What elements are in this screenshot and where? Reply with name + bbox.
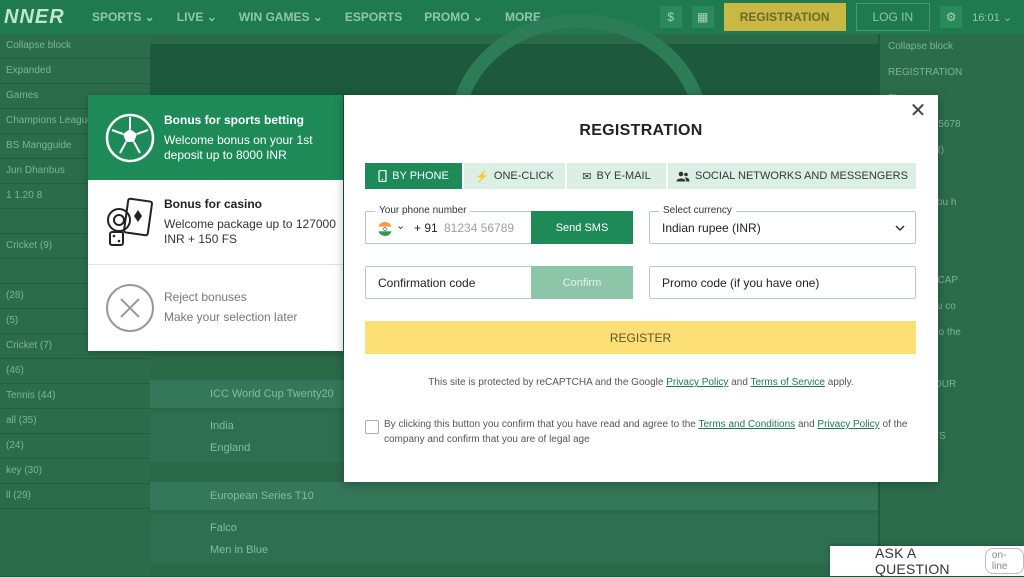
recaptcha-text: and	[728, 377, 751, 388]
nav-win-games[interactable]: WIN GAMES ⌄	[239, 10, 323, 24]
nav-promo[interactable]: PROMO ⌄	[424, 10, 483, 24]
recaptcha-text: apply.	[824, 377, 854, 388]
right-row: Collapse block	[888, 41, 954, 52]
nav-esports[interactable]: ESPORTS	[345, 10, 402, 24]
envelope-icon: ✉	[582, 170, 592, 183]
left-row: Collapse block	[0, 34, 150, 59]
agreement-text: By clicking this button you confirm that…	[384, 417, 916, 447]
left-row: key (30)	[0, 459, 150, 484]
left-row: (24)	[0, 434, 150, 459]
bonus-title: Bonus for casino	[164, 197, 263, 211]
header-registration-button[interactable]: REGISTRATION	[723, 3, 846, 31]
currency-value: Indian rupee (INR)	[662, 221, 761, 235]
send-sms-button[interactable]: Send SMS	[531, 211, 633, 244]
terms-agreement: By clicking this button you confirm that…	[365, 417, 916, 447]
bonus-reject[interactable]: Reject bonuses Make your selection later	[88, 265, 343, 350]
casino-chips-cards-icon	[107, 197, 153, 246]
tab-by-email[interactable]: ✉ BY E-MAIL	[567, 163, 666, 189]
app-icon[interactable]: ▦	[691, 6, 714, 28]
ask-question-label: ASK A QUESTION	[875, 545, 950, 577]
bonus-description: Make your selection later	[164, 310, 298, 324]
promo-code-input[interactable]	[662, 274, 902, 292]
country-code: + 91	[414, 221, 438, 235]
dollar-icon[interactable]: $	[659, 6, 682, 28]
tab-one-click[interactable]: ⚡ ONE-CLICK	[464, 163, 565, 189]
bonus-description: Welcome package up to 127000 INR + 150 F…	[164, 217, 336, 246]
terms-and-conditions-link[interactable]: Terms and Conditions	[698, 419, 795, 430]
tab-social-networks[interactable]: SOCIAL NETWORKS AND MESSENGERS	[668, 163, 916, 189]
nav-live[interactable]: LIVE ⌄	[177, 10, 217, 24]
confirm-button[interactable]: Confirm	[531, 266, 633, 299]
terms-of-service-link[interactable]: Terms of Service	[751, 377, 825, 388]
confirmation-field: Confirm	[365, 266, 633, 299]
main-nav: SPORTS ⌄ LIVE ⌄ WIN GAMES ⌄ ESPORTS PROM…	[92, 10, 554, 24]
site-header: NNER SPORTS ⌄ LIVE ⌄ WIN GAMES ⌄ ESPORTS…	[0, 0, 1024, 34]
bonus-selector: Bonus for sports betting Welcome bonus o…	[88, 95, 343, 351]
modal-title: REGISTRATION	[579, 122, 703, 139]
phone-label: Your phone number	[375, 205, 471, 216]
bonus-description: Welcome bonus on your 1st deposit up to …	[164, 132, 313, 162]
users-icon	[676, 171, 690, 181]
phone-icon	[378, 170, 387, 182]
registration-tabs: BY PHONE ⚡ ONE-CLICK ✉ BY E-MAIL SOCIAL …	[365, 163, 916, 189]
online-status-badge: on-line	[984, 548, 1024, 574]
bonus-title: Reject bonuses	[164, 290, 247, 304]
recaptcha-notice: This site is protected by reCAPTCHA and …	[344, 377, 938, 388]
bonus-casino[interactable]: Bonus for casino Welcome package up to 1…	[88, 180, 343, 265]
bonus-sports-betting[interactable]: Bonus for sports betting Welcome bonus o…	[88, 95, 343, 180]
nav-sports[interactable]: SPORTS ⌄	[92, 10, 155, 24]
tab-label: ONE-CLICK	[493, 170, 554, 182]
tab-label: BY E-MAIL	[596, 170, 651, 182]
left-row: Tennis (44)	[0, 384, 150, 409]
bonus-title: Bonus for sports betting	[164, 112, 304, 127]
recaptcha-text: This site is protected by reCAPTCHA and …	[428, 377, 667, 388]
lightning-icon: ⚡	[475, 170, 489, 183]
tab-label: SOCIAL NETWORKS AND MESSENGERS	[695, 170, 908, 182]
tab-by-phone[interactable]: BY PHONE	[365, 163, 462, 189]
soccer-ball-icon	[105, 113, 155, 162]
india-flag-icon[interactable]	[378, 222, 392, 236]
settings-icon[interactable]: ⚙	[940, 6, 963, 28]
clock: 16:01 ⌄	[972, 11, 1012, 24]
agreement-text-part: By clicking this button you confirm that…	[384, 419, 699, 430]
confirmation-code-input[interactable]	[378, 274, 528, 292]
match-row: European Series T10	[150, 482, 878, 510]
privacy-policy-link[interactable]: Privacy Policy	[817, 419, 879, 430]
registration-modal: ✕ REGISTRATION BY PHONE ⚡ ONE-CLICK ✉ BY…	[344, 95, 938, 482]
tab-label: BY PHONE	[392, 170, 449, 182]
chevron-down-icon[interactable]: ⌄	[396, 219, 405, 232]
close-icon[interactable]: ✕	[906, 99, 930, 123]
register-button[interactable]: REGISTER	[365, 321, 916, 354]
match-row: Men in Blue	[150, 536, 878, 564]
chevron-down-icon	[895, 225, 905, 232]
currency-label: Select currency	[659, 205, 736, 216]
left-row: all (35)	[0, 409, 150, 434]
left-row: ll (29)	[0, 484, 150, 509]
header-login-button[interactable]: LOG IN	[855, 3, 931, 31]
phone-field: Your phone number ⌄ + 91 Send SMS	[365, 205, 633, 244]
left-row: (46)	[0, 359, 150, 384]
left-row: Expanded	[0, 59, 150, 84]
agreement-text-part: and	[795, 419, 818, 430]
phone-input[interactable]	[444, 218, 530, 238]
privacy-policy-link[interactable]: Privacy Policy	[666, 377, 728, 388]
reject-circle-icon	[106, 283, 154, 332]
right-row: REGISTRATION	[888, 67, 963, 78]
ask-question-widget[interactable]: ASK A QUESTION on-line	[830, 545, 1024, 577]
agree-checkbox[interactable]	[365, 420, 379, 434]
site-logo: NNER	[4, 5, 65, 28]
promo-field	[649, 266, 916, 299]
currency-select[interactable]: Select currency Indian rupee (INR)	[649, 205, 916, 244]
